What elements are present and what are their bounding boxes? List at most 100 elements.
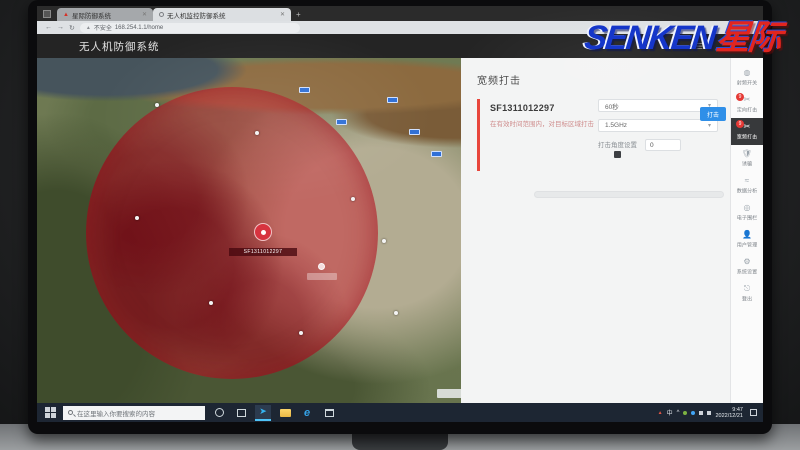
- poi-marker: [209, 301, 213, 305]
- tray-alert-icon[interactable]: ▲: [658, 410, 663, 416]
- sidebar-item-rf-switch[interactable]: ◍ 射频开关: [731, 64, 763, 91]
- monitor-bezel: ▲ 星际防御系统 ✕ 无人机监控防御系统 ✕ + ← → ↻ ▲ 不安全 168…: [28, 0, 772, 434]
- sidebar-item-decoy[interactable]: 🛡 诱骗: [731, 145, 763, 172]
- poi-marker: [299, 331, 303, 335]
- cortana-button[interactable]: [211, 405, 227, 421]
- users-icon: 👤: [742, 231, 752, 239]
- sidebar-item-label: 诱骗: [742, 159, 752, 167]
- alert-badge: 9: [736, 120, 744, 128]
- search-icon: [68, 410, 73, 415]
- alert-badge: 9: [736, 93, 744, 101]
- poi-marker: [351, 197, 355, 201]
- back-icon[interactable]: ←: [45, 24, 52, 31]
- new-tab-button[interactable]: +: [296, 10, 301, 19]
- task-view-button[interactable]: [233, 405, 249, 421]
- poi-marker: [255, 131, 259, 135]
- start-button[interactable]: [43, 406, 57, 420]
- tray-app-icon-blue[interactable]: [691, 411, 695, 415]
- sidebar-item-directional-strike[interactable]: 9 ✂ 定向打击: [731, 91, 763, 118]
- browser-app-icon: [43, 10, 51, 18]
- close-tab-icon[interactable]: ✕: [142, 11, 147, 18]
- forward-icon[interactable]: →: [57, 24, 64, 31]
- volume-icon[interactable]: [699, 411, 703, 415]
- cortana-icon: [215, 408, 224, 417]
- icon-sidebar: ◍ 射频开关 9 ✂ 定向打击 9 ✂ 宽频打击 🛡 诱骗: [730, 58, 763, 403]
- clock-date: 2022/12/21: [715, 413, 743, 419]
- tray-app-icon-green[interactable]: [683, 411, 687, 415]
- poi-marker-label: [307, 273, 337, 280]
- device-card: SF1311012297 在有效时间范围内，对目标区域打击 60秒 ▾ 1.5G…: [477, 99, 714, 171]
- sidebar-item-label: 数据分析: [737, 186, 757, 194]
- tab-title: 无人机监控防御系统: [167, 10, 277, 20]
- angle-checkbox[interactable]: [614, 151, 621, 158]
- search-placeholder: 在这里输入你要搜索的内容: [77, 408, 155, 418]
- taskbar-clock[interactable]: 9:47 2022/12/21: [715, 407, 743, 419]
- satellite-map[interactable]: SF1311012297: [37, 58, 461, 403]
- reload-icon[interactable]: ↻: [69, 24, 75, 32]
- power-slider-track[interactable]: [534, 191, 724, 198]
- network-icon[interactable]: [707, 411, 711, 415]
- url-text: 168.254.1.1/home: [115, 25, 163, 31]
- crosshair-icon: ✂: [744, 96, 751, 104]
- taskbar-search-input[interactable]: 在这里输入你要搜索的内容: [63, 406, 205, 420]
- main-content: SF1311012297 宽频打击 SF1311012297 在有效时间范围内，…: [37, 58, 763, 403]
- close-tab-icon[interactable]: ✕: [280, 11, 285, 18]
- band-select[interactable]: 1.5GHz ▾: [598, 119, 718, 132]
- sidebar-item-label: 射频开关: [737, 78, 757, 86]
- sidebar-item-system-settings[interactable]: ⚙ 系统设置: [731, 253, 763, 280]
- system-tray: ▲ 中 ^ 9:47 2022/12/21: [658, 407, 757, 419]
- folder-icon: [280, 409, 291, 417]
- store-button[interactable]: [321, 405, 337, 421]
- panel-title: 宽频打击: [477, 72, 714, 87]
- wave-icon: ✂: [744, 123, 751, 131]
- sidebar-item-data-analysis[interactable]: ≈ 数据分析: [731, 172, 763, 199]
- radio-icon: ◍: [744, 69, 751, 77]
- screen: ▲ 星际防御系统 ✕ 无人机监控防御系统 ✕ + ← → ↻ ▲ 不安全 168…: [37, 6, 763, 422]
- logo-brand-text: SENKEN: [583, 19, 717, 57]
- tab-title: 星际防御系统: [72, 10, 139, 20]
- strike-zone-circle: [86, 87, 378, 379]
- road-sign-marker: [387, 97, 398, 103]
- strike-panel: 宽频打击 SF1311012297 在有效时间范围内，对目标区域打击 60秒 ▾…: [461, 58, 730, 403]
- map-attribution: [437, 389, 461, 398]
- active-app-button[interactable]: ➤: [255, 405, 271, 421]
- sidebar-item-label: 用户管理: [737, 240, 757, 248]
- duration-value: 60秒: [605, 101, 619, 111]
- security-label: 不安全: [94, 23, 112, 32]
- page-title: 无人机防御系统: [79, 39, 160, 54]
- gear-icon: ⚙: [743, 258, 750, 266]
- poi-marker: [155, 103, 159, 107]
- road-sign-marker: [431, 151, 442, 157]
- url-field[interactable]: ▲ 不安全 168.254.1.1/home: [80, 23, 300, 33]
- logo-suffix-text: 星际: [714, 19, 782, 57]
- senken-logo-watermark: SENKEN星际: [582, 10, 783, 59]
- band-value: 1.5GHz: [605, 122, 627, 129]
- sidebar-item-geofence[interactable]: ◎ 电子围栏: [731, 199, 763, 226]
- tray-expand-icon[interactable]: ^: [677, 410, 680, 416]
- angle-setting-row: 打击角度设置 0: [598, 139, 681, 158]
- fence-icon: ◎: [744, 204, 751, 212]
- sidebar-item-wideband-strike[interactable]: 9 ✂ 宽频打击: [731, 118, 763, 145]
- sidebar-item-logout[interactable]: ⎋ 登出: [731, 280, 763, 307]
- not-secure-icon: ▲: [86, 25, 91, 31]
- strike-button[interactable]: 打击: [700, 107, 726, 121]
- road-sign-marker: [409, 129, 420, 135]
- angle-label: 打击角度设置: [598, 139, 637, 149]
- logout-icon: ⎋: [744, 285, 750, 293]
- road-sign-marker: [299, 87, 310, 93]
- ime-indicator[interactable]: 中: [667, 408, 673, 417]
- sidebar-item-user-management[interactable]: 👤 用户管理: [731, 226, 763, 253]
- angle-input[interactable]: 0: [645, 139, 681, 151]
- browser-tab-2[interactable]: 无人机监控防御系统 ✕: [153, 8, 291, 21]
- sidebar-item-label: 定向打击: [737, 105, 757, 113]
- sidebar-item-label: 系统设置: [737, 267, 757, 275]
- task-view-icon: [237, 409, 246, 417]
- road-sign-marker: [336, 119, 347, 125]
- edge-browser-button[interactable]: e: [299, 405, 315, 421]
- browser-tab-1[interactable]: ▲ 星际防御系统 ✕: [57, 8, 153, 21]
- file-explorer-button[interactable]: [277, 405, 293, 421]
- poi-marker[interactable]: [318, 263, 325, 270]
- notification-center-icon[interactable]: [750, 409, 757, 416]
- device-marker[interactable]: [254, 223, 272, 241]
- sidebar-item-label: 登出: [742, 294, 752, 302]
